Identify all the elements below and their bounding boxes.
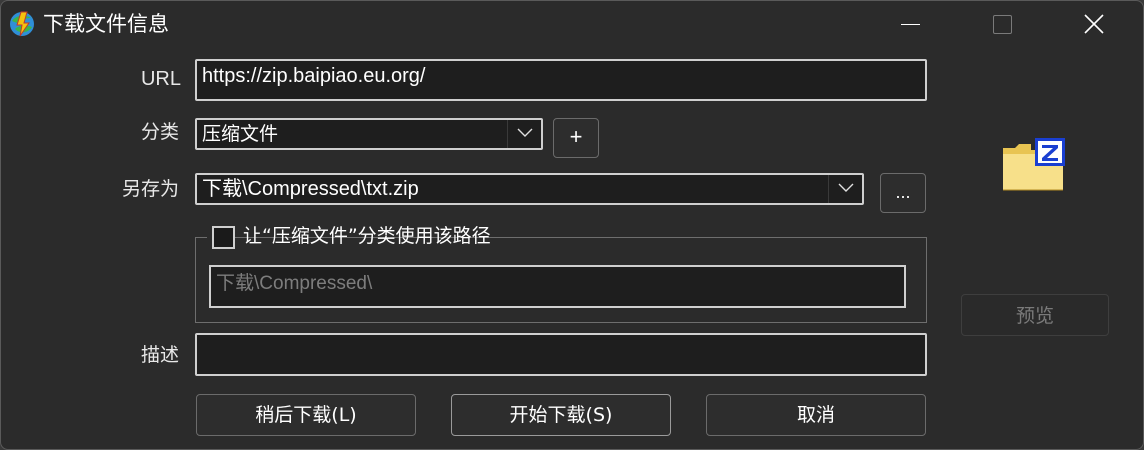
category-dropdown-button[interactable]	[507, 120, 541, 148]
remember-path-checkbox[interactable]	[212, 226, 235, 249]
remember-path-label[interactable]: 让“压缩文件”分类使用该路径	[243, 224, 491, 248]
cancel-button[interactable]: 取消	[706, 394, 926, 436]
download-later-button[interactable]: 稍后下载(L)	[196, 394, 416, 436]
remember-path-option[interactable]: 让“压缩文件”分类使用该路径	[207, 223, 491, 251]
save-as-select[interactable]: 下载\Compressed\txt.zip	[195, 173, 864, 205]
description-input[interactable]	[195, 333, 927, 376]
chevron-down-icon	[838, 183, 854, 192]
download-file-info-dialog: 下载文件信息 URL https://zip.baipiao.eu.org/ 分…	[0, 0, 1144, 450]
save-as-dropdown-button[interactable]	[828, 175, 862, 203]
url-label: URL	[140, 68, 181, 90]
category-path-input: 下载\Compressed\	[209, 265, 906, 308]
close-icon	[1084, 14, 1104, 34]
minimize-button[interactable]	[881, 1, 941, 47]
start-download-button[interactable]: 开始下载(S)	[451, 394, 671, 436]
category-path-value: 下载\Compressed\	[216, 273, 373, 294]
window-title: 下载文件信息	[43, 12, 169, 36]
maximize-icon	[993, 15, 1012, 34]
browse-button[interactable]: ...	[880, 173, 926, 213]
category-select[interactable]: 压缩文件	[195, 118, 543, 150]
description-label: 描述	[140, 344, 179, 366]
url-value: https://zip.baipiao.eu.org/	[202, 65, 426, 87]
chevron-down-icon	[517, 128, 533, 137]
maximize-button	[973, 1, 1033, 47]
add-category-button[interactable]: +	[553, 118, 599, 158]
save-as-value: 下载\Compressed\txt.zip	[202, 178, 419, 200]
category-value: 压缩文件	[202, 123, 279, 145]
preview-button: 预览	[961, 294, 1109, 336]
save-as-label: 另存为	[121, 178, 179, 200]
category-label: 分类	[140, 121, 179, 143]
zip-folder-icon	[1003, 138, 1065, 191]
url-input[interactable]: https://zip.baipiao.eu.org/	[195, 59, 927, 101]
minimize-icon	[901, 24, 920, 25]
title-bar[interactable]: 下载文件信息	[1, 1, 1143, 47]
close-button[interactable]	[1065, 1, 1125, 47]
idm-globe-icon	[10, 11, 34, 37]
